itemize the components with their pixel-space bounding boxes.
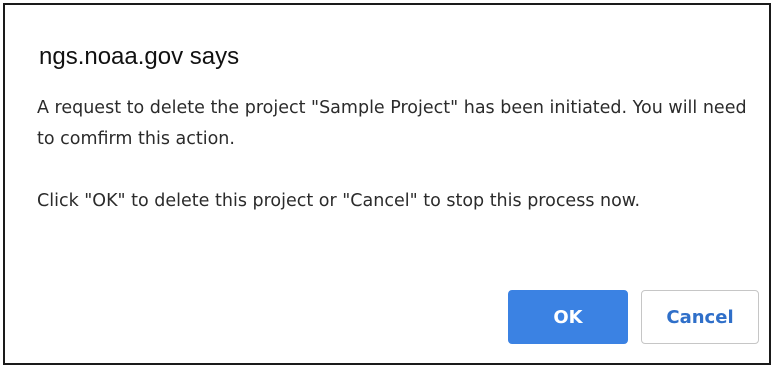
ok-button[interactable]: OK — [508, 290, 628, 344]
dialog-message-line-2: Click "OK" to delete this project or "Ca… — [37, 191, 641, 211]
dialog-title: ngs.noaa.gov says — [39, 43, 240, 70]
dialog-message: A request to delete the project "Sample … — [37, 93, 757, 217]
cancel-button[interactable]: Cancel — [641, 290, 759, 344]
confirm-dialog: ngs.noaa.gov says A request to delete th… — [3, 3, 771, 365]
dialog-message-line-1: A request to delete the project "Sample … — [37, 98, 747, 149]
screenshot-frame: ngs.noaa.gov says A request to delete th… — [0, 0, 775, 371]
